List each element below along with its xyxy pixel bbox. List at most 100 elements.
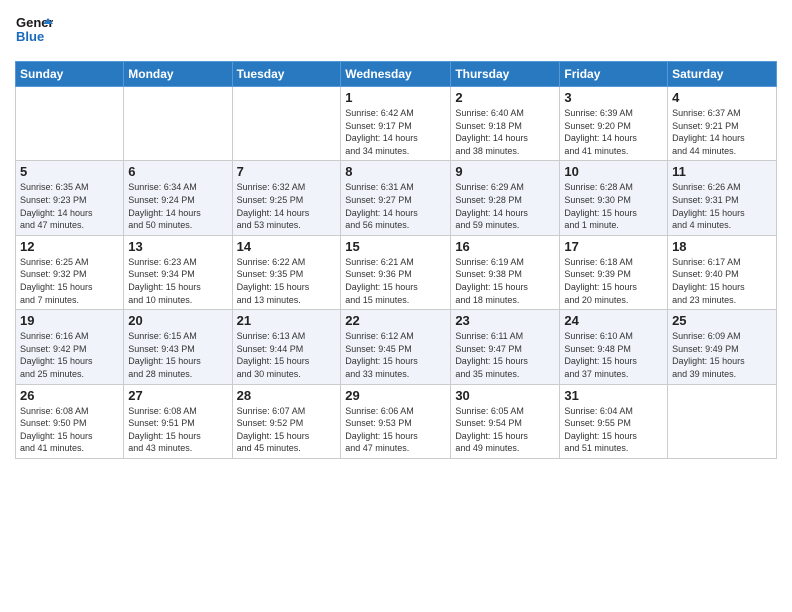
cell-line: and 56 minutes. (345, 220, 409, 230)
weekday-header-friday: Friday (560, 62, 668, 87)
calendar-cell: 11Sunrise: 6:26 AMSunset: 9:31 PMDayligh… (668, 161, 777, 235)
cell-line: and 20 minutes. (564, 295, 628, 305)
cell-line: Daylight: 15 hours (564, 356, 637, 366)
calendar-cell: 24 Sunrise: 6:10 AMSunset: 9:48 PMDayligh… (560, 310, 668, 384)
cell-line: Sunset: 9:49 PM (672, 344, 739, 354)
day-number: 19 (20, 313, 119, 328)
calendar-cell: 16Sunrise: 6:19 AMSunset: 9:38 PMDayligh… (451, 235, 560, 309)
cell-content: Sunrise: 6:16 AMSunset: 9:42 PMDaylight:… (20, 330, 119, 380)
cell-line: Sunrise: 6:11 AM (455, 331, 523, 341)
cell-line: and 33 minutes. (345, 369, 409, 379)
calendar-cell: 30Sunrise: 6:05 AMSunset: 9:54 PMDayligh… (451, 384, 560, 458)
cell-line: Sunset: 9:44 PM (237, 344, 304, 354)
day-number: 26 (20, 388, 119, 403)
cell-line: Sunset: 9:40 PM (672, 269, 739, 279)
cell-line: Sunset: 9:31 PM (672, 195, 739, 205)
cell-line: Daylight: 15 hours (672, 282, 745, 292)
day-number: 12 (20, 239, 119, 254)
cell-line: Sunset: 9:17 PM (345, 121, 412, 131)
calendar-cell: 20 Sunrise: 6:15 AMSunset: 9:43 PMDayligh… (124, 310, 232, 384)
day-number: 28 (237, 388, 337, 403)
week-row-4: 19 Sunrise: 6:16 AMSunset: 9:42 PMDayligh… (16, 310, 777, 384)
cell-line: Sunrise: 6:05 AM (455, 406, 524, 416)
cell-line: and 38 minutes. (455, 146, 519, 156)
cell-line: Daylight: 15 hours (237, 431, 310, 441)
cell-line: and 50 minutes. (128, 220, 192, 230)
day-number: 24 (564, 313, 663, 328)
cell-line: Daylight: 15 hours (237, 356, 310, 366)
cell-line: Sunrise: 6:37 AM (672, 108, 741, 118)
cell-line: Sunrise: 6:13 AM (237, 331, 306, 341)
calendar: SundayMondayTuesdayWednesdayThursdayFrid… (15, 61, 777, 459)
cell-content: Sunrise: 6:10 AMSunset: 9:48 PMDaylight:… (564, 330, 663, 380)
logo: General Blue (15, 10, 53, 53)
cell-line: Sunrise: 6:15 AM (128, 331, 197, 341)
calendar-cell: 8Sunrise: 6:31 AMSunset: 9:27 PMDaylight… (341, 161, 451, 235)
cell-line: Sunrise: 6:40 AM (455, 108, 524, 118)
cell-content: Sunrise: 6:32 AMSunset: 9:25 PMDaylight:… (237, 181, 337, 231)
week-row-1: 1Sunrise: 6:42 AMSunset: 9:17 PMDaylight… (16, 87, 777, 161)
cell-line: Sunset: 9:32 PM (20, 269, 87, 279)
cell-content: Sunrise: 6:22 AMSunset: 9:35 PMDaylight:… (237, 256, 337, 306)
cell-content: Sunrise: 6:07 AMSunset: 9:52 PMDaylight:… (237, 405, 337, 455)
cell-content: Sunrise: 6:28 AMSunset: 9:30 PMDaylight:… (564, 181, 663, 231)
cell-line: and 39 minutes. (672, 369, 736, 379)
day-number: 3 (564, 90, 663, 105)
cell-line: Sunrise: 6:09 AM (672, 331, 741, 341)
header: General Blue (15, 10, 777, 53)
cell-line: Daylight: 15 hours (128, 431, 201, 441)
cell-line: and 10 minutes. (128, 295, 192, 305)
cell-line: Daylight: 15 hours (128, 356, 201, 366)
cell-line: Sunrise: 6:17 AM (672, 257, 741, 267)
cell-line: and 15 minutes. (345, 295, 409, 305)
week-row-2: 5Sunrise: 6:35 AMSunset: 9:23 PMDaylight… (16, 161, 777, 235)
cell-line: Sunrise: 6:23 AM (128, 257, 197, 267)
cell-line: Sunrise: 6:16 AM (20, 331, 89, 341)
cell-line: and 23 minutes. (672, 295, 736, 305)
calendar-cell: 25Sunrise: 6:09 AMSunset: 9:49 PMDayligh… (668, 310, 777, 384)
day-number: 17 (564, 239, 663, 254)
day-number: 14 (237, 239, 337, 254)
cell-line: Sunrise: 6:08 AM (128, 406, 197, 416)
cell-content: Sunrise: 6:21 AMSunset: 9:36 PMDaylight:… (345, 256, 446, 306)
calendar-cell: 5Sunrise: 6:35 AMSunset: 9:23 PMDaylight… (16, 161, 124, 235)
cell-line: Daylight: 15 hours (20, 282, 93, 292)
cell-content: Sunrise: 6:42 AMSunset: 9:17 PMDaylight:… (345, 107, 446, 157)
weekday-header-thursday: Thursday (451, 62, 560, 87)
weekday-header-row: SundayMondayTuesdayWednesdayThursdayFrid… (16, 62, 777, 87)
calendar-cell: 4Sunrise: 6:37 AMSunset: 9:21 PMDaylight… (668, 87, 777, 161)
cell-line: Sunset: 9:47 PM (455, 344, 522, 354)
cell-line: Sunset: 9:53 PM (345, 418, 412, 428)
calendar-cell: 2Sunrise: 6:40 AMSunset: 9:18 PMDaylight… (451, 87, 560, 161)
cell-line: Sunset: 9:25 PM (237, 195, 304, 205)
cell-line: and 7 minutes. (20, 295, 79, 305)
calendar-cell: 31Sunrise: 6:04 AMSunset: 9:55 PMDayligh… (560, 384, 668, 458)
calendar-cell: 14 Sunrise: 6:22 AMSunset: 9:35 PMDayligh… (232, 235, 341, 309)
cell-line: and 41 minutes. (564, 146, 628, 156)
cell-line: Sunset: 9:23 PM (20, 195, 87, 205)
cell-line: and 41 minutes. (20, 443, 84, 453)
cell-content: Sunrise: 6:06 AMSunset: 9:53 PMDaylight:… (345, 405, 446, 455)
calendar-cell: 7Sunrise: 6:32 AMSunset: 9:25 PMDaylight… (232, 161, 341, 235)
cell-line: Daylight: 15 hours (564, 208, 637, 218)
day-number: 5 (20, 164, 119, 179)
cell-line: Sunset: 9:21 PM (672, 121, 739, 131)
day-number: 6 (128, 164, 227, 179)
cell-line: Sunset: 9:38 PM (455, 269, 522, 279)
cell-line: Sunset: 9:24 PM (128, 195, 195, 205)
cell-line: Daylight: 14 hours (564, 133, 637, 143)
cell-line: Sunrise: 6:19 AM (455, 257, 524, 267)
cell-line: Daylight: 15 hours (672, 356, 745, 366)
cell-line: Sunset: 9:52 PM (237, 418, 304, 428)
cell-line: Sunset: 9:35 PM (237, 269, 304, 279)
cell-line: Sunrise: 6:39 AM (564, 108, 633, 118)
cell-line: Sunrise: 6:21 AM (345, 257, 414, 267)
cell-line: and 18 minutes. (455, 295, 519, 305)
cell-line: and 49 minutes. (455, 443, 519, 453)
cell-line: and 13 minutes. (237, 295, 301, 305)
weekday-header-tuesday: Tuesday (232, 62, 341, 87)
cell-line: Daylight: 15 hours (564, 431, 637, 441)
cell-content: Sunrise: 6:15 AMSunset: 9:43 PMDaylight:… (128, 330, 227, 380)
day-number: 20 (128, 313, 227, 328)
cell-line: Sunset: 9:34 PM (128, 269, 195, 279)
